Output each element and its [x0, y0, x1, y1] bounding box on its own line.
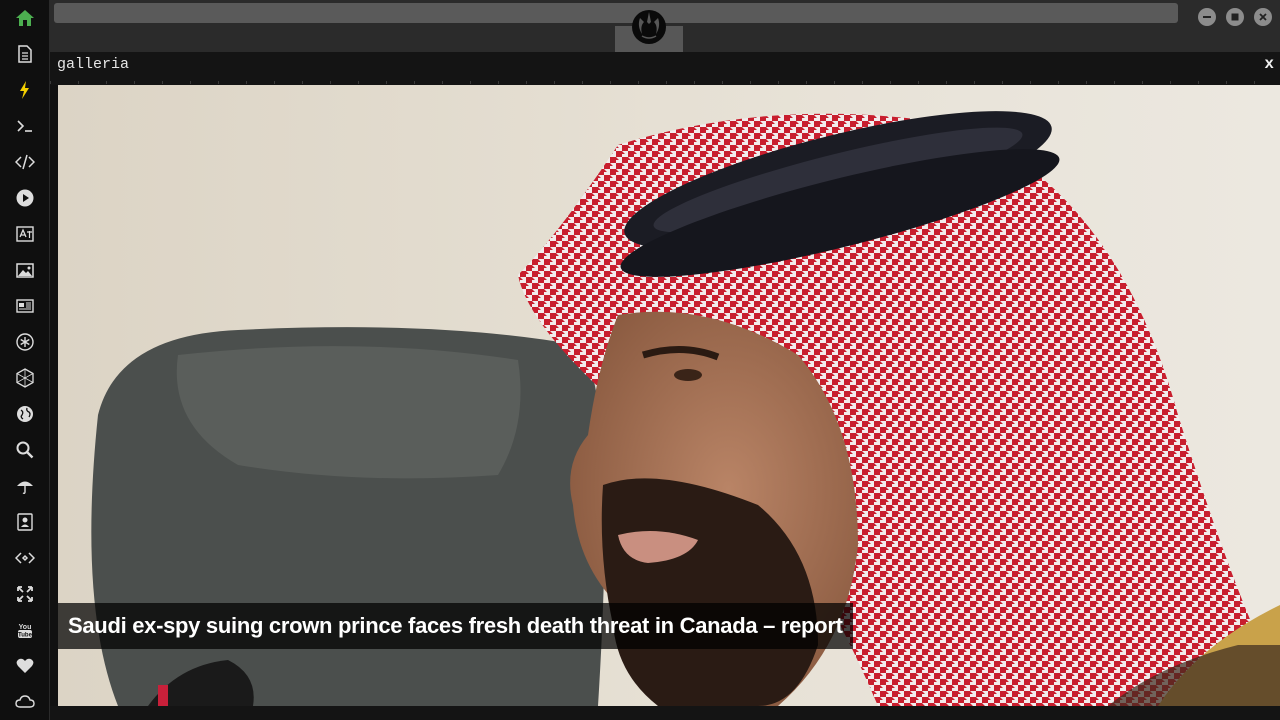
svg-text:You: You	[19, 624, 32, 631]
play-icon[interactable]	[13, 186, 37, 210]
minimize-button[interactable]	[1198, 8, 1216, 26]
window-title: galleria	[57, 56, 130, 73]
rebel-alliance-icon	[630, 6, 668, 46]
terminal-icon[interactable]	[13, 114, 37, 138]
address-strip[interactable]	[54, 3, 1178, 23]
close-window-button[interactable]	[1254, 8, 1272, 26]
lightning-icon[interactable]	[13, 78, 37, 102]
close-icon	[1259, 13, 1267, 21]
svg-text:Tube: Tube	[18, 633, 33, 639]
heart-icon[interactable]	[13, 654, 37, 678]
contacts-icon[interactable]	[13, 510, 37, 534]
sidebar: You Tube	[0, 0, 50, 720]
asterisk-icon[interactable]	[13, 330, 37, 354]
exchange-icon[interactable]	[13, 546, 37, 570]
cloud-icon[interactable]	[13, 690, 37, 714]
maximize-icon	[1231, 13, 1239, 21]
ruler-ticks	[50, 81, 1280, 84]
bottom-strip	[50, 706, 1280, 720]
image-icon[interactable]	[13, 258, 37, 282]
translate-icon[interactable]	[13, 222, 37, 246]
top-bar	[50, 0, 1280, 52]
caption-overlay: Saudi ex-spy suing crown prince faces fr…	[58, 603, 853, 649]
newspaper-icon[interactable]	[13, 294, 37, 318]
close-gallery-button[interactable]: x	[1264, 55, 1274, 73]
umbrella-icon[interactable]	[13, 474, 37, 498]
minimize-icon	[1203, 16, 1211, 18]
search-icon[interactable]	[13, 438, 37, 462]
expand-icon[interactable]	[13, 582, 37, 606]
image-caption: Saudi ex-spy suing crown prince faces fr…	[68, 613, 843, 638]
maximize-button[interactable]	[1226, 8, 1244, 26]
globe-icon[interactable]	[13, 402, 37, 426]
home-icon[interactable]	[13, 6, 37, 30]
code-icon[interactable]	[13, 150, 37, 174]
document-icon[interactable]	[13, 42, 37, 66]
window-title-bar: galleria x	[50, 52, 1280, 85]
youtube-icon[interactable]: You Tube	[13, 618, 37, 642]
hexagon-icon[interactable]	[13, 366, 37, 390]
